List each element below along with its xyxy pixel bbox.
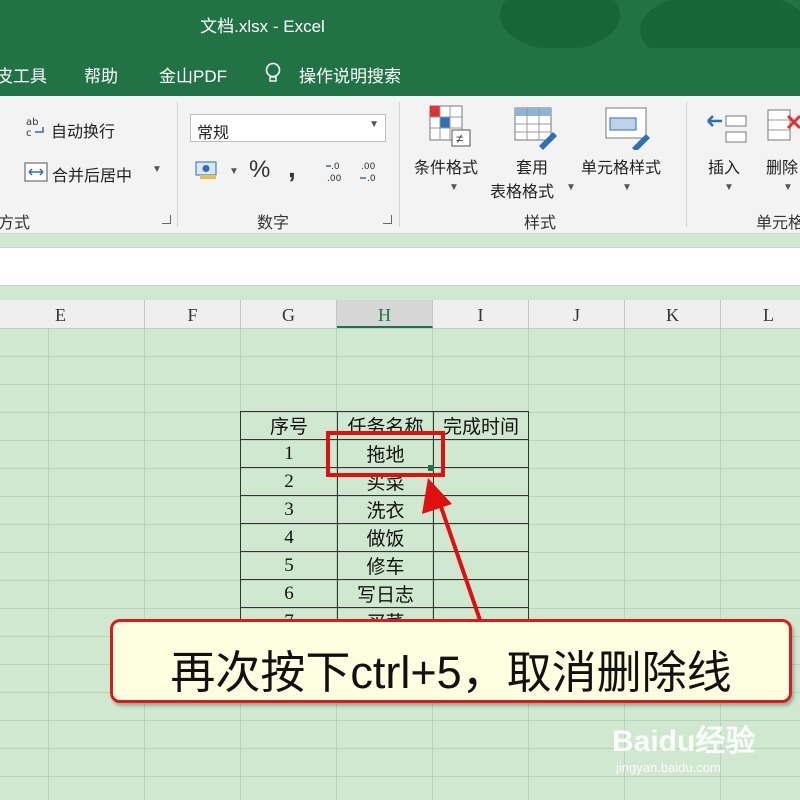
chevron-down-icon: ▼ xyxy=(369,119,379,130)
group-separator xyxy=(399,102,400,227)
svg-text:.00: .00 xyxy=(361,162,376,172)
merge-center-button[interactable]: 合并后居中 xyxy=(52,162,132,186)
window-title: 文档.xlsx - Excel xyxy=(200,17,325,36)
group-label-cells: 单元格 xyxy=(756,215,800,232)
column-header-i[interactable]: I xyxy=(433,300,529,328)
alignment-launcher-icon[interactable] xyxy=(162,215,171,224)
table-cell[interactable]: 4 xyxy=(240,523,338,552)
percent-style-icon[interactable]: % xyxy=(249,156,270,184)
header-cell-index[interactable]: 序号 xyxy=(240,411,338,440)
formula-bar[interactable] xyxy=(0,247,800,286)
title-decoration xyxy=(640,0,800,48)
delete-cells-icon xyxy=(766,106,800,151)
header-cell-time[interactable]: 完成时间 xyxy=(433,411,529,440)
insert-cells-icon xyxy=(704,106,750,151)
conditional-format-button[interactable]: 条件格式 xyxy=(414,154,478,178)
column-header-g[interactable]: G xyxy=(241,300,337,328)
tab-kingsoft-pdf[interactable]: 金山PDF xyxy=(159,62,227,87)
cell-styles-dropdown-arrow-icon[interactable]: ▼ xyxy=(622,182,632,193)
column-header-k[interactable]: K xyxy=(625,300,721,328)
column-header-l[interactable]: L xyxy=(721,300,800,328)
table-cell[interactable]: 2 xyxy=(240,467,338,496)
comma-style-icon[interactable]: , xyxy=(288,152,296,184)
column-header-e[interactable]: E xyxy=(0,300,145,328)
cell-styles-icon xyxy=(604,106,652,155)
column-headers: E F G H I J K L xyxy=(0,300,800,329)
wrap-text-label[interactable]: 自动换行 xyxy=(51,118,115,142)
insert-dropdown-arrow-icon[interactable]: ▼ xyxy=(724,182,734,193)
cell-styles-button[interactable]: 单元格样式 xyxy=(581,154,661,178)
watermark-brand: Baidu经验 xyxy=(612,725,756,758)
number-launcher-icon[interactable] xyxy=(383,215,392,224)
increase-decimal-icon[interactable]: .0.00 xyxy=(325,159,351,190)
baidu-watermark: Baidu经验 jingyan.baidu.com xyxy=(612,716,755,775)
table-cell[interactable]: 5 xyxy=(240,551,338,580)
svg-text:.0: .0 xyxy=(367,174,376,184)
table-cell[interactable] xyxy=(433,439,529,468)
group-label-number: 数字 xyxy=(257,215,290,232)
table-cell[interactable]: 1 xyxy=(240,439,338,468)
tab-developer[interactable]: 皮工具 xyxy=(0,62,47,87)
format-as-table-label-2[interactable]: 表格格式 xyxy=(490,178,554,202)
delete-button[interactable]: 删除 xyxy=(766,154,798,178)
table-format-dropdown-arrow-icon[interactable]: ▼ xyxy=(566,182,576,193)
svg-text:≠: ≠ xyxy=(456,131,463,146)
number-format-select[interactable]: 常规 ▼ xyxy=(190,114,386,142)
column-header-j[interactable]: J xyxy=(529,300,625,328)
number-format-value: 常规 xyxy=(197,125,230,142)
svg-text:.0: .0 xyxy=(331,162,340,172)
group-separator xyxy=(177,102,178,227)
tell-me-search[interactable]: 操作说明搜索 xyxy=(299,62,401,87)
decrease-decimal-icon[interactable]: .00.0 xyxy=(359,159,385,190)
column-header-f[interactable]: F xyxy=(145,300,241,328)
svg-text:c: c xyxy=(26,128,32,138)
table-cell[interactable]: 3 xyxy=(240,495,338,524)
table-cell[interactable]: 6 xyxy=(240,579,338,608)
callout-text: 再次按下ctrl+5，取消删除线 xyxy=(170,647,732,698)
conditional-format-icon: ≠ xyxy=(428,104,472,153)
wrap-text-icon: abc xyxy=(26,117,44,139)
title-bar: 文档.xlsx - Excel xyxy=(0,0,800,48)
group-label-styles: 样式 xyxy=(524,215,557,232)
group-separator xyxy=(686,102,687,227)
annotation-arrow-icon xyxy=(422,478,482,621)
format-as-table-label-1[interactable]: 套用 xyxy=(516,154,548,178)
merge-dropdown-arrow-icon[interactable]: ▼ xyxy=(152,164,162,175)
merge-center-icon xyxy=(24,162,48,187)
tab-help[interactable]: 帮助 xyxy=(84,62,118,87)
svg-text:ab: ab xyxy=(26,117,38,128)
accounting-format-icon[interactable] xyxy=(195,159,221,186)
delete-dropdown-arrow-icon[interactable]: ▼ xyxy=(783,182,793,193)
instruction-callout: 再次按下ctrl+5，取消删除线 xyxy=(110,619,792,703)
group-label-alignment: 齐方式 xyxy=(0,215,31,232)
format-as-table-icon xyxy=(513,106,559,155)
insert-button[interactable]: 插入 xyxy=(708,154,740,178)
svg-text:.00: .00 xyxy=(327,174,342,184)
accounting-dropdown-arrow-icon[interactable]: ▼ xyxy=(229,166,239,177)
watermark-url: jingyan.baidu.com xyxy=(616,760,721,775)
lightbulb-icon xyxy=(264,62,282,89)
conditional-dropdown-arrow-icon[interactable]: ▼ xyxy=(449,182,459,193)
ribbon: ⫶ abc 自动换行 合并后居中 ▼ 齐方式 常规 ▼ ▼ % , .0.00 … xyxy=(0,96,800,234)
column-header-h[interactable]: H xyxy=(337,300,433,328)
menu-bar: 皮工具 帮助 金山PDF 操作说明搜索 xyxy=(0,48,800,96)
wrap-text-button[interactable]: ab c xyxy=(26,116,46,143)
